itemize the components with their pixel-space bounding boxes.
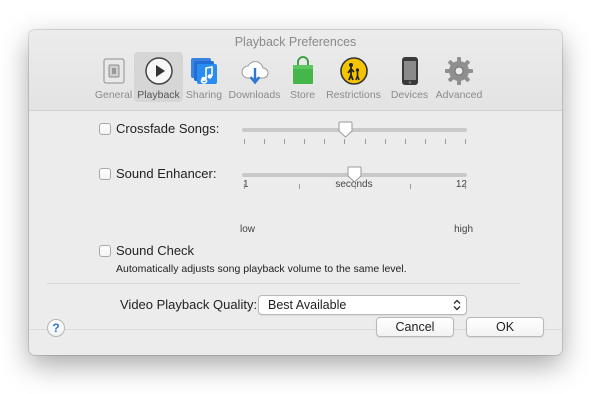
shopping-bag-icon xyxy=(287,55,319,87)
preferences-toolbar: General Playback Sharing Downloads Store… xyxy=(93,52,485,108)
help-button[interactable]: ? xyxy=(47,319,65,337)
tab-store[interactable]: Store xyxy=(284,52,321,102)
music-note-icon xyxy=(188,55,220,87)
enhancer-checkbox[interactable] xyxy=(99,167,111,180)
tab-downloads-label: Downloads xyxy=(228,89,281,101)
crossfade-slider-track xyxy=(242,128,467,132)
tab-restrictions-label: Restrictions xyxy=(326,89,381,101)
tab-advanced[interactable]: Advanced xyxy=(433,52,485,102)
crossfade-checkbox[interactable] xyxy=(99,122,111,135)
tab-restrictions[interactable]: Restrictions xyxy=(321,52,386,102)
updown-chevron-icon xyxy=(453,299,461,311)
slider-tick xyxy=(384,139,386,144)
slider-tick xyxy=(344,139,346,144)
iphone-icon xyxy=(394,55,426,87)
tab-playback[interactable]: Playback xyxy=(134,52,183,102)
crossfade-max-label: 12 xyxy=(455,179,467,190)
slider-tick xyxy=(244,139,245,144)
soundcheck-description: Automatically adjusts song playback volu… xyxy=(116,263,407,275)
tab-store-label: Store xyxy=(289,89,316,101)
enhancer-slider-knob[interactable] xyxy=(347,166,362,183)
slider-tick xyxy=(304,139,306,144)
slider-tick xyxy=(324,139,326,144)
slider-tick xyxy=(264,139,266,144)
parental-icon xyxy=(338,55,370,87)
slider-tick xyxy=(354,184,356,189)
slider-tick xyxy=(404,139,406,144)
enhancer-max-label: high xyxy=(454,224,473,235)
window-title: Playback Preferences xyxy=(234,35,357,49)
general-icon xyxy=(98,55,130,87)
enhancer-min-label: low xyxy=(240,224,256,235)
slider-tick xyxy=(444,139,446,144)
play-icon xyxy=(143,55,175,87)
slider-tick xyxy=(299,184,301,189)
tab-advanced-label: Advanced xyxy=(435,89,483,101)
slider-tick xyxy=(284,139,286,144)
titlebar: Playback Preferences General Playback Sh… xyxy=(29,30,562,111)
cloud-download-icon xyxy=(239,55,271,87)
video-quality-value: Best Available xyxy=(268,298,347,312)
ok-button[interactable]: OK xyxy=(466,317,544,337)
tab-general-label: General xyxy=(94,89,133,101)
gear-icon xyxy=(443,55,475,87)
crossfade-slider-knob[interactable] xyxy=(338,121,353,138)
slider-tick xyxy=(465,184,466,189)
slider-tick xyxy=(244,184,245,189)
crossfade-min-label: 1 xyxy=(243,179,249,190)
preferences-window: Playback Preferences General Playback Sh… xyxy=(29,30,562,355)
crossfade-label: Crossfade Songs: xyxy=(116,121,220,136)
soundcheck-row: Sound Check xyxy=(99,243,194,258)
slider-tick xyxy=(424,139,426,144)
tab-sharing[interactable]: Sharing xyxy=(183,52,225,102)
soundcheck-checkbox[interactable] xyxy=(99,244,111,257)
tab-playback-label: Playback xyxy=(137,89,180,101)
slider-tick xyxy=(465,139,466,144)
video-quality-select[interactable]: Best Available xyxy=(258,295,467,315)
tab-downloads[interactable]: Downloads xyxy=(225,52,284,102)
tab-devices[interactable]: Devices xyxy=(386,52,433,102)
video-quality-label: Video Playback Quality: xyxy=(120,297,258,312)
slider-tick xyxy=(364,139,366,144)
section-divider xyxy=(47,283,520,284)
slider-tick xyxy=(409,184,411,189)
tab-devices-label: Devices xyxy=(390,89,429,101)
tab-general[interactable]: General xyxy=(93,52,134,102)
enhancer-label: Sound Enhancer: xyxy=(116,166,217,181)
cancel-button[interactable]: Cancel xyxy=(376,317,454,337)
crossfade-row: Crossfade Songs: xyxy=(99,121,219,136)
enhancer-row: Sound Enhancer: xyxy=(99,166,216,181)
soundcheck-label: Sound Check xyxy=(116,243,195,258)
tab-sharing-label: Sharing xyxy=(185,89,223,101)
